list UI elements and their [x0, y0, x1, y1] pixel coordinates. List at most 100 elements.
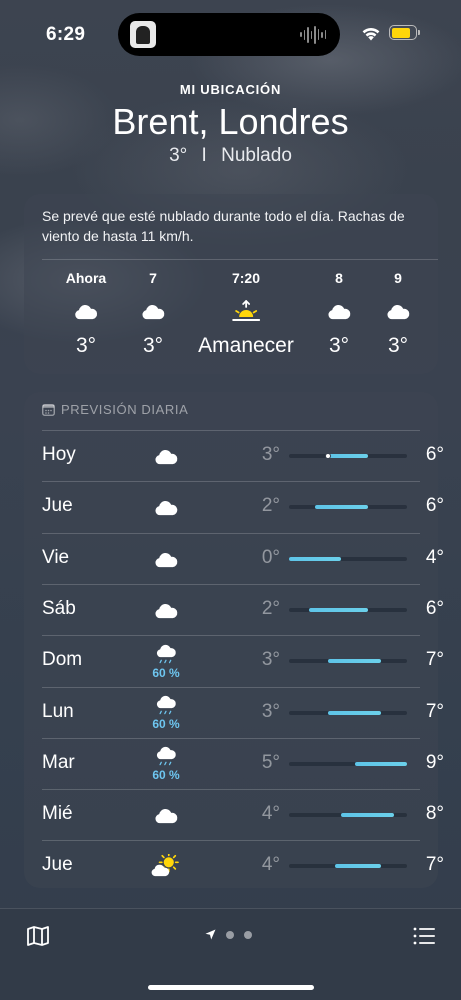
day-name: Sáb	[42, 597, 76, 619]
day-weather	[148, 795, 184, 835]
daily-row[interactable]: Mié 4° 8°	[42, 789, 444, 840]
current-temp: 3°	[169, 145, 188, 166]
temp-range-bar	[289, 659, 407, 664]
now-playing-artwork	[130, 21, 156, 48]
cloud-rain-icon	[155, 694, 177, 716]
precip-chance: 60 %	[152, 768, 180, 783]
calendar-icon	[42, 404, 55, 416]
page-dot	[226, 930, 234, 939]
day-name: Jue	[42, 495, 73, 517]
day-weather	[148, 436, 184, 476]
day-name: Jue	[42, 854, 73, 876]
hourly-forecast-card[interactable]: Se prevé que esté nublado durante todo e…	[24, 194, 438, 374]
daily-row[interactable]: Jue 2° 6°	[42, 481, 444, 532]
list-icon[interactable]	[413, 927, 435, 945]
temp-range-fill	[315, 505, 368, 510]
day-name: Mié	[42, 803, 73, 825]
hour-label: 7	[149, 270, 157, 286]
daily-row[interactable]: Jue 4° 7°	[42, 840, 444, 891]
low-temp: 4°	[261, 854, 280, 876]
cloud-icon	[385, 294, 411, 328]
day-weather: 60 %	[148, 641, 184, 681]
high-temp: 8°	[425, 803, 444, 825]
divider	[42, 840, 420, 842]
high-temp: 7°	[425, 700, 444, 722]
wifi-icon	[362, 27, 380, 41]
temp-range-fill	[341, 813, 394, 818]
day-weather: 60 %	[148, 693, 184, 733]
hour-item: 7:20 Amanecer	[198, 270, 294, 358]
home-indicator[interactable]	[148, 985, 314, 990]
high-temp: 7°	[425, 854, 444, 876]
day-name: Lun	[42, 700, 74, 722]
location-header: MI UBICACIÓN Brent, Londres 3° I Nublado	[0, 82, 461, 167]
temp-range-bar	[289, 505, 407, 510]
day-name: Vie	[42, 546, 70, 568]
location-arrow-icon	[205, 929, 216, 940]
low-temp: 5°	[261, 751, 280, 773]
hour-label: Ahora	[65, 270, 107, 286]
day-weather	[148, 846, 184, 886]
low-temp: 3°	[261, 444, 280, 465]
cloud-icon	[153, 497, 179, 517]
page-indicator[interactable]	[205, 929, 252, 940]
status-bar: 6:29	[0, 0, 461, 68]
cloud-icon	[140, 294, 166, 328]
low-temp: 0°	[261, 546, 280, 568]
temp-range-fill	[354, 761, 407, 766]
precip-chance: 60 %	[152, 717, 180, 731]
battery-icon	[389, 25, 420, 40]
hour-item: 9 3°	[385, 270, 411, 358]
temp-range-fill	[328, 659, 381, 664]
daily-row[interactable]: Lun 60 % 3° 7°	[42, 686, 444, 738]
hour-value: 3°	[328, 334, 350, 357]
temp-range-bar	[289, 813, 407, 818]
cloud-icon	[153, 446, 179, 466]
high-temp: 9°	[425, 751, 444, 773]
divider	[42, 789, 420, 791]
high-temp: 6°	[425, 495, 444, 517]
daily-forecast-header: PREVISIÓN DIARIA	[42, 402, 188, 417]
divider	[42, 583, 420, 585]
temp-range-bar	[289, 453, 407, 459]
day-name: Hoy	[42, 444, 76, 465]
cloud-icon	[326, 294, 352, 328]
divider	[42, 635, 420, 637]
day-weather: 60 %	[148, 744, 184, 784]
current-condition-text: Nublado	[221, 145, 292, 166]
hourly-strip[interactable]: Ahora3°73°7:20Amanecer83°93°104°	[24, 270, 438, 370]
daily-row[interactable]: Vie 0° 4°	[42, 532, 444, 584]
hour-label: 7:20	[231, 270, 261, 286]
cloud-rain-icon	[155, 745, 177, 767]
day-name: Mar	[42, 751, 75, 773]
status-time: 6:29	[46, 24, 86, 45]
location-label: MI UBICACIÓN	[179, 82, 282, 97]
dynamic-island[interactable]	[118, 13, 340, 56]
cloud-icon	[153, 600, 179, 620]
daily-row[interactable]: Mar 60 % 5° 9°	[42, 737, 444, 789]
audio-waveform-icon	[300, 25, 326, 44]
divider	[42, 481, 420, 483]
divider	[42, 430, 420, 431]
low-temp: 3°	[261, 649, 280, 671]
high-temp: 4°	[425, 546, 444, 568]
low-temp: 2°	[261, 597, 280, 619]
low-temp: 2°	[261, 495, 280, 517]
daily-row[interactable]: Dom 60 % 3° 7°	[42, 635, 444, 686]
cloud-icon	[153, 549, 179, 569]
sunrise-icon	[198, 294, 294, 328]
daily-row[interactable]: Sáb 2° 6°	[42, 583, 444, 635]
temp-range-bar	[289, 607, 407, 612]
temp-range-fill	[328, 454, 368, 458]
high-temp: 6°	[425, 444, 444, 465]
temp-range-bar	[289, 761, 407, 766]
temp-range-fill	[308, 607, 368, 612]
divider	[42, 686, 420, 688]
day-weather	[148, 539, 184, 579]
daily-forecast-card[interactable]: PREVISIÓN DIARIA Hoy 3° 6° Jue 2° 6° Vie 0° 4° Sá…	[24, 392, 444, 891]
cloud-rain-icon	[155, 643, 177, 665]
map-icon[interactable]	[26, 925, 50, 947]
forecast-summary: Se prevé que esté nublado durante todo e…	[42, 208, 405, 244]
daily-row[interactable]: Hoy 3° 6°	[42, 430, 444, 481]
sun-cloud-icon	[151, 854, 181, 878]
